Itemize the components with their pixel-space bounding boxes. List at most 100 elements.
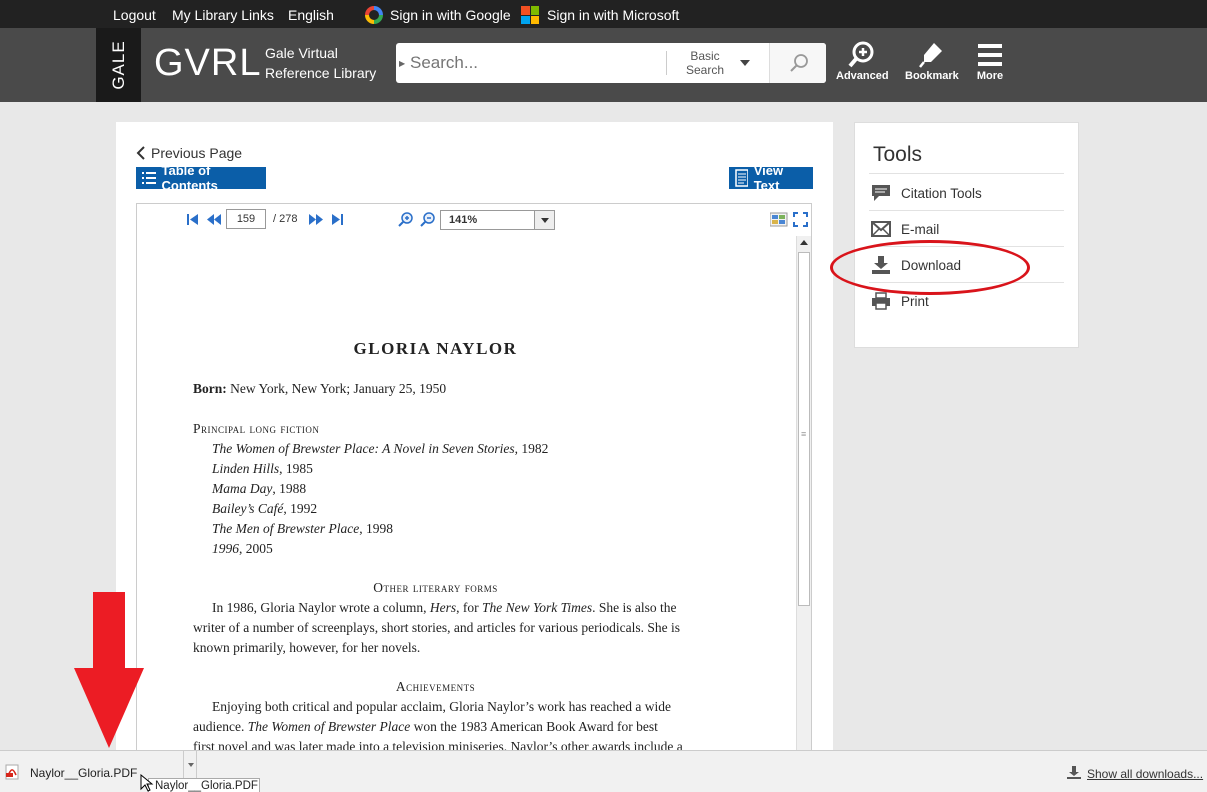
tools-title: Tools xyxy=(873,143,923,166)
text-run: The Women of Brewster Place xyxy=(247,719,411,734)
text-run: won the 1983 American Book Award for bes… xyxy=(410,719,658,734)
gvrl-subtitle: Gale Virtual Reference Library xyxy=(265,45,377,81)
show-all-downloads-label: Show all downloads... xyxy=(1087,767,1204,781)
next-page-icon[interactable] xyxy=(309,213,323,226)
previous-page-label: Previous Page xyxy=(151,145,243,161)
bookmark-icon xyxy=(919,43,942,68)
advanced-search-button[interactable]: Advanced xyxy=(836,40,889,82)
text-run: The New York Times xyxy=(481,600,593,615)
previous-page-link[interactable]: Previous Page xyxy=(136,145,242,161)
top-bar: Logout My Library Links English Sign in … xyxy=(0,0,1207,28)
gvrl-logo[interactable]: GVRL xyxy=(154,42,261,85)
work-title: Bailey’s Café xyxy=(212,501,284,516)
born-value: New York, New York; January 25, 1950 xyxy=(226,381,447,396)
search-button[interactable] xyxy=(769,43,826,83)
search-input[interactable] xyxy=(410,48,660,78)
table-of-contents-label: Table of Contents xyxy=(161,163,218,193)
printer-icon xyxy=(872,292,890,310)
page-total: / 278 xyxy=(273,213,298,225)
viewer-toolbar: 159 / 278 141% xyxy=(137,204,811,236)
work-year: , 1982 xyxy=(514,441,549,456)
fullscreen-icon[interactable] xyxy=(793,212,808,227)
pdf-icon xyxy=(5,764,19,780)
advanced-label: Advanced xyxy=(836,70,889,82)
born-line: Born: New York, New York; January 25, 19… xyxy=(193,381,446,397)
main-panel: Previous Page Table of Contents View Tex… xyxy=(116,122,833,764)
zoom-value: 141% xyxy=(449,214,478,226)
work-title: The Men of Brewster Place xyxy=(212,521,360,536)
divider xyxy=(869,173,1064,174)
chevron-down-icon[interactable] xyxy=(534,211,554,229)
paragraph-line: writer of a number of screenplays, short… xyxy=(193,620,680,635)
achievements-heading: Achievements xyxy=(395,679,476,694)
work-year: , 1992 xyxy=(283,501,318,516)
work-title: The Women of Brewster Place: A Novel in … xyxy=(212,441,515,456)
mouse-cursor-icon xyxy=(140,774,154,792)
first-page-icon[interactable] xyxy=(187,213,199,226)
library-links-link[interactable]: My Library Links xyxy=(172,7,274,23)
viewer-scrollbar[interactable] xyxy=(796,236,811,764)
chevron-down-icon[interactable] xyxy=(740,60,750,66)
table-of-contents-button[interactable]: Table of Contents xyxy=(136,163,266,193)
work-title: Mama Day xyxy=(212,481,273,496)
document-icon xyxy=(735,169,748,187)
print-label: Print xyxy=(901,293,929,309)
zoom-select[interactable]: 141% xyxy=(440,210,555,230)
google-icon xyxy=(365,6,383,24)
tools-panel: Tools Citation Tools E-mail Download Pri… xyxy=(854,122,1079,348)
search-icon xyxy=(790,54,808,72)
bookmark-button[interactable]: Bookmark xyxy=(905,40,959,82)
language-link[interactable]: English xyxy=(288,7,334,23)
email-label: E-mail xyxy=(901,221,940,237)
paragraph-line: In 1986, Gloria Naylor wrote a column, H… xyxy=(212,600,676,616)
last-page-icon[interactable] xyxy=(331,213,343,226)
view-text-button[interactable]: View Text xyxy=(729,163,813,193)
work-year: , 1988 xyxy=(272,481,307,496)
citation-tools-label: Citation Tools xyxy=(901,185,982,201)
comment-icon xyxy=(872,185,890,201)
search-bar: ▶ Basic Search xyxy=(396,43,826,83)
work-title: Linden Hills xyxy=(212,461,280,476)
zoom-out-icon[interactable] xyxy=(420,211,436,227)
thumbnails-icon[interactable] xyxy=(770,212,788,227)
paragraph-line: audience. The Women of Brewster Place wo… xyxy=(193,719,658,735)
text-run: , for xyxy=(456,600,482,615)
gale-logo[interactable]: GALE xyxy=(96,28,141,102)
zoom-in-icon[interactable] xyxy=(398,211,414,227)
microsoft-icon xyxy=(521,6,539,24)
text-run: Hers xyxy=(429,600,457,615)
show-all-downloads-link[interactable]: Show all downloads... xyxy=(1067,766,1204,781)
search-type-select[interactable]: Basic Search xyxy=(680,49,730,77)
text-run: audience. xyxy=(193,719,248,734)
page-number-input[interactable]: 159 xyxy=(226,209,266,229)
arrow-down-annotation xyxy=(74,592,144,748)
download-icon xyxy=(1067,766,1081,779)
download-file-name: Naylor__Gloria.PDF xyxy=(30,766,138,780)
advanced-search-icon xyxy=(848,41,874,68)
work-line: Bailey’s Café, 1992 xyxy=(212,501,317,517)
citation-tools-item[interactable]: Citation Tools xyxy=(871,181,1061,205)
previous-page-icon[interactable] xyxy=(207,213,221,226)
text-run: . She is also the xyxy=(592,600,677,615)
document-title: GLORIA NAYLOR xyxy=(353,339,518,358)
header: GALE GVRL Gale Virtual Reference Library… xyxy=(0,28,1207,102)
pdf-viewer: 159 / 278 141% GLORIA NAYLOR Born: New Y… xyxy=(136,203,812,764)
chevron-left-icon xyxy=(136,146,145,160)
view-text-label: View Text xyxy=(753,163,784,193)
microsoft-signin-link[interactable]: Sign in with Microsoft xyxy=(547,7,679,23)
more-button[interactable]: More xyxy=(973,40,1007,82)
scroll-up-icon[interactable] xyxy=(800,240,808,245)
search-divider xyxy=(666,51,667,75)
work-line: 1996, 2005 xyxy=(212,541,273,557)
other-forms-heading: Other literary forms xyxy=(373,580,498,595)
work-title: 1996 xyxy=(212,541,239,556)
scrollbar-thumb[interactable] xyxy=(798,252,810,606)
born-label: Born: xyxy=(193,381,227,396)
email-item[interactable]: E-mail xyxy=(871,217,1061,241)
list-icon xyxy=(142,172,157,184)
work-line: The Men of Brewster Place, 1998 xyxy=(212,521,393,537)
logout-link[interactable]: Logout xyxy=(113,7,156,23)
highlight-circle-annotation xyxy=(830,240,1030,295)
fiction-heading: Principal long fiction xyxy=(193,421,320,436)
google-signin-link[interactable]: Sign in with Google xyxy=(390,7,511,23)
